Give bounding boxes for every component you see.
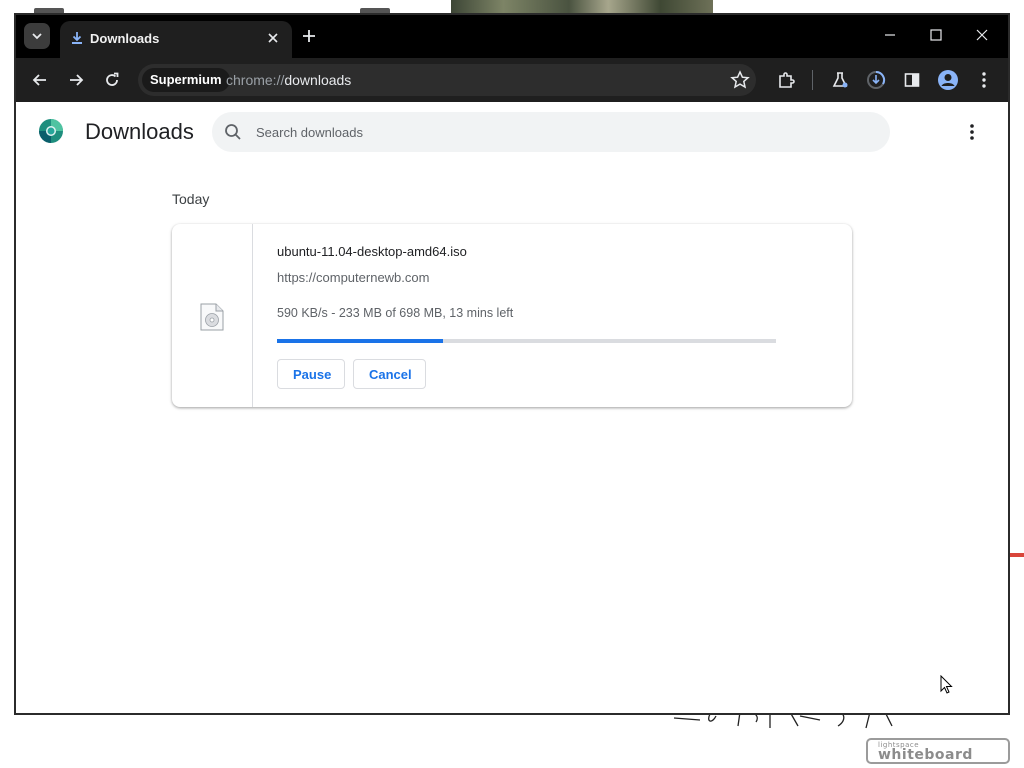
forward-button[interactable] xyxy=(64,68,88,92)
minimize-icon xyxy=(885,34,895,36)
avatar-icon xyxy=(938,70,958,90)
close-icon xyxy=(976,29,988,41)
cancel-button[interactable]: Cancel xyxy=(353,359,426,389)
file-icon-column xyxy=(172,224,253,407)
disc-image-file-icon xyxy=(200,303,224,331)
downloads-menu-button[interactable] xyxy=(960,120,984,144)
puzzle-icon xyxy=(779,72,795,88)
url-text[interactable]: chrome://downloads xyxy=(226,72,351,88)
desktop-wallpaper-fragment xyxy=(451,0,713,14)
arrow-left-icon xyxy=(32,74,46,86)
browser-toolbar: Supermium chrome://downloads xyxy=(16,58,1008,102)
tab-close-button[interactable] xyxy=(264,29,282,47)
labs-button[interactable] xyxy=(828,68,852,92)
toolbar-divider xyxy=(812,70,813,90)
url-scheme: chrome:// xyxy=(226,72,285,88)
date-group-label: Today xyxy=(172,191,210,207)
maximize-icon xyxy=(930,29,942,41)
source-url[interactable]: https://computernewb.com xyxy=(277,270,429,285)
chevron-down-icon xyxy=(32,33,42,40)
supermium-logo-icon xyxy=(39,119,63,143)
mouse-cursor-icon xyxy=(940,675,953,694)
page-title: Downloads xyxy=(85,119,194,144)
desktop-mark xyxy=(1010,553,1024,557)
minimize-button[interactable] xyxy=(870,23,910,47)
browser-menu-button[interactable] xyxy=(972,68,996,92)
window-close-button[interactable] xyxy=(962,23,1002,47)
search-icon xyxy=(225,124,241,140)
maximize-button[interactable] xyxy=(916,23,956,47)
tab-title: Downloads xyxy=(90,31,160,46)
new-tab-button[interactable] xyxy=(298,25,320,47)
tab-downloads[interactable]: Downloads xyxy=(60,21,292,58)
download-item: ubuntu-11.04-desktop-amd64.iso https://c… xyxy=(172,224,852,407)
pause-button[interactable]: Pause xyxy=(277,359,345,389)
close-icon xyxy=(268,33,278,43)
download-progress-icon xyxy=(867,70,886,89)
reload-icon xyxy=(106,72,119,86)
more-vert-icon xyxy=(970,124,974,140)
search-input[interactable] xyxy=(256,112,856,152)
tab-strip: Downloads xyxy=(16,15,1008,58)
side-panel-button[interactable] xyxy=(900,68,924,92)
side-panel-icon xyxy=(904,73,920,87)
reload-button[interactable] xyxy=(100,68,124,92)
arrow-right-icon xyxy=(70,74,84,86)
browser-window: Downloads Supermium chrome://downloads D… xyxy=(14,13,1010,715)
bookmark-star-icon[interactable] xyxy=(730,70,750,90)
download-icon xyxy=(72,32,82,44)
file-name[interactable]: ubuntu-11.04-desktop-amd64.iso xyxy=(277,244,467,259)
extensions-button[interactable] xyxy=(774,68,798,92)
download-progress-bar xyxy=(277,339,776,343)
download-status-button[interactable] xyxy=(864,68,888,92)
more-vert-icon xyxy=(982,72,986,88)
url-path: downloads xyxy=(284,72,352,88)
back-button[interactable] xyxy=(28,68,52,92)
profile-chip[interactable]: Supermium xyxy=(142,68,230,92)
tab-search-button[interactable] xyxy=(24,23,50,49)
downloads-page: Downloads Today ubuntu- xyxy=(16,102,1008,713)
address-bar[interactable]: Supermium chrome://downloads xyxy=(138,64,756,96)
search-box[interactable] xyxy=(212,112,890,152)
profile-button[interactable] xyxy=(936,68,960,92)
flask-icon xyxy=(832,72,848,88)
download-progress-fill xyxy=(277,339,444,343)
plus-icon xyxy=(303,30,315,42)
download-status-text: 590 KB/s - 233 MB of 698 MB, 13 mins lef… xyxy=(277,306,514,320)
whiteboard-watermark-logo: lightspace whiteboard xyxy=(866,738,1010,764)
